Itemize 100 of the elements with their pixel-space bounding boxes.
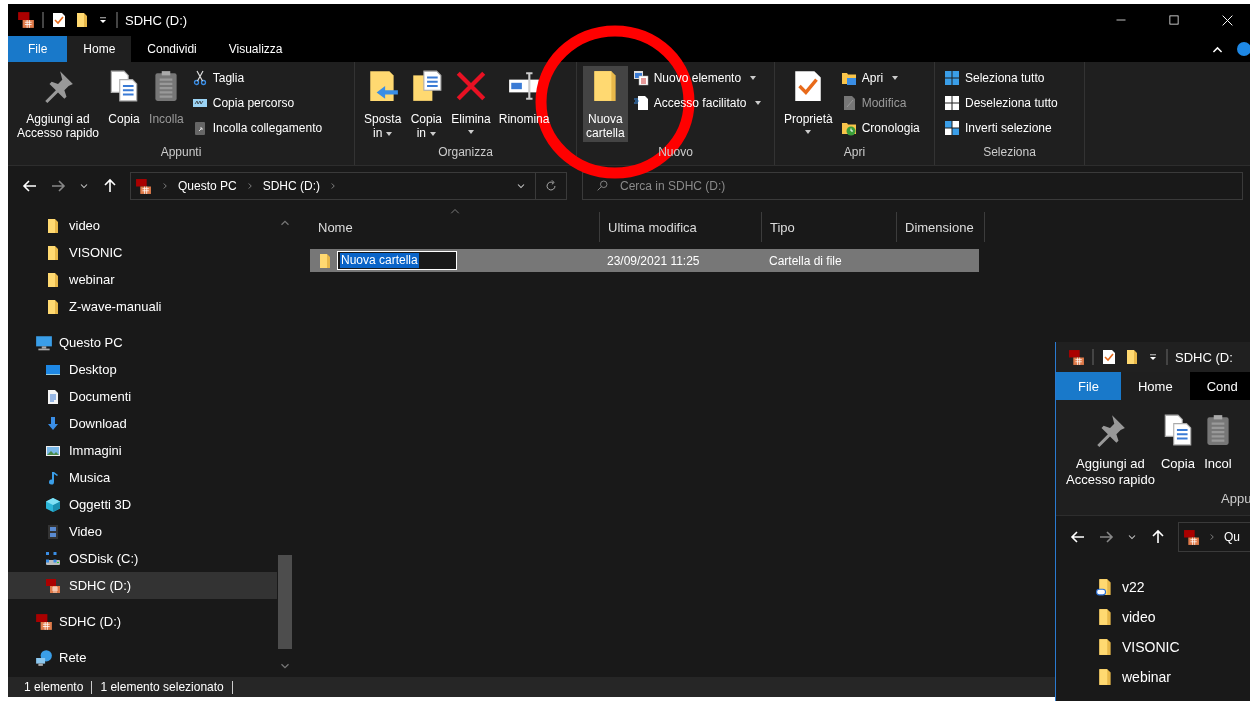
new-item-icon [632,70,649,86]
folder-icon [1096,638,1114,656]
linked-folder-icon [1096,578,1114,596]
ribbon-button[interactable]: Incol [1198,410,1237,491]
caret-icon [386,131,393,136]
sidebar-item[interactable]: VISONIC [8,239,277,266]
refresh-icon[interactable] [544,179,558,193]
help-icon[interactable] [1236,41,1250,57]
sidebar-item[interactable]: Z-wave-manuali [8,293,277,320]
ribbon-tab[interactable]: Condividi [131,36,213,62]
ribbon-button[interactable]: Aggiungi ad Accesso rapido [1064,410,1157,491]
sidebar-item[interactable]: SDHC (D:) [8,572,277,599]
ribbon-tab[interactable]: Home [67,36,132,62]
select-all-icon [944,70,960,86]
breadcrumb[interactable]: Qu [1224,530,1240,544]
address-bar[interactable]: Qu [1178,522,1250,552]
ribbon-button[interactable]: Taglia [188,67,326,89]
sidebar-item[interactable]: video [1056,602,1250,632]
column-header[interactable]: Ultima modifica [600,212,762,242]
ribbon-button[interactable]: Elimina [448,66,494,136]
folder-icon [1096,608,1114,626]
group-label: Seleziona [982,145,1037,161]
qat-caret-icon[interactable] [97,14,109,26]
up-arrow-icon[interactable] [102,178,118,194]
file-menu-button[interactable]: File [8,36,68,62]
search-field[interactable]: Cerca in SDHC (D:) [582,172,1243,200]
sidebar-item[interactable]: webinar [1056,662,1250,692]
group-label: Appu [1220,491,1250,508]
sidebar-item[interactable]: video [8,212,277,239]
forward-arrow-icon[interactable] [50,178,66,194]
ribbon-button[interactable]: Copia in [406,66,447,142]
folder-icon[interactable] [74,12,90,28]
ribbon-button[interactable]: Sposta in [361,66,405,142]
ribbon-button[interactable]: Incolla collegamento [188,117,326,139]
sidebar-item[interactable]: Documenti [8,383,277,410]
back-arrow-icon[interactable] [22,178,38,194]
status-text: 1 elemento selezionato [92,680,233,694]
sidebar-item[interactable]: webinar [8,266,277,293]
sidebar-item[interactable]: SDHC (D:) [8,608,277,635]
film-icon [45,523,61,540]
sidebar-item[interactable]: Desktop [8,356,277,383]
ribbon-button[interactable]: Cronologia [837,117,923,139]
ribbon-button[interactable]: Deseleziona tutto [941,92,1061,114]
checked-page-icon[interactable] [1101,349,1117,365]
cube-icon [45,496,61,513]
ribbon-button[interactable]: Copia [1158,410,1197,491]
ribbon-tab[interactable]: Home [1120,372,1190,400]
ribbon-button[interactable]: Copia [104,66,145,128]
memory-card-icon[interactable] [1068,348,1085,366]
folder-icon [317,252,333,269]
sidebar-item[interactable]: Download [8,410,277,437]
memory-card-icon [1183,528,1200,546]
address-bar[interactable]: Questo PC SDHC (D:) [130,172,567,200]
sidebar-item[interactable]: Questo PC [8,329,277,356]
folder-icon[interactable] [1124,349,1140,365]
qat-caret-icon[interactable] [1147,351,1159,363]
sidebar-item[interactable]: VISONIC [1056,632,1250,662]
sidebar-item[interactable]: Musica [8,464,277,491]
ribbon-tab[interactable]: Visualizza [212,36,299,62]
folder-icon [45,298,61,315]
history-icon [840,120,857,136]
sidebar-item[interactable]: Video [8,518,277,545]
ribbon-button[interactable]: Aggiungi ad Accesso rapido [14,66,103,142]
status-text: 1 elemento [16,680,93,694]
caret-icon [430,131,436,136]
ribbon-button[interactable]: Inverti selezione [941,117,1061,139]
sidebar-item[interactable]: Immagini [8,437,277,464]
scrollbar-thumb[interactable] [278,555,292,649]
maximize-icon[interactable] [1168,14,1180,26]
caret-icon [892,76,899,80]
up-arrow-icon[interactable] [1150,529,1166,545]
memory-card-icon[interactable] [17,11,35,29]
open-folder-icon [840,70,857,86]
ribbon-button[interactable]: Proprietà [781,66,836,136]
memory-card-icon [135,177,152,195]
column-header[interactable]: Tipo [762,212,897,242]
ribbon-button[interactable]: Apri [837,67,923,89]
ribbon-button[interactable]: Nuova cartella [583,66,628,142]
rename-field[interactable]: Nuova cartella [337,251,457,270]
forward-arrow-icon[interactable] [1098,529,1114,545]
breadcrumb[interactable]: SDHC (D:) [262,179,321,193]
sidebar-item[interactable]: OSDisk (C:) [8,545,277,572]
back-arrow-icon[interactable] [1070,529,1086,545]
sidebar-item[interactable]: Oggetti 3D [8,491,277,518]
select-none-icon [944,95,960,111]
checked-page-icon[interactable] [51,12,67,28]
ribbon-button[interactable]: Seleziona tutto [941,67,1061,89]
sidebar-item[interactable]: v22 [1056,572,1250,602]
ribbon-button[interactable]: Copia percorso [188,92,326,114]
search-icon [596,179,609,192]
close-icon[interactable] [1220,13,1234,27]
network-icon [35,648,53,667]
column-header[interactable]: Nome [310,212,600,242]
memory-card-icon [35,612,53,631]
column-header[interactable]: Dimensione [897,212,985,242]
ribbon-tab[interactable]: Cond [1189,372,1250,400]
file-row[interactable]: Nuova cartella 23/09/2021 11:25 Cartella di file [310,249,979,272]
sidebar-item[interactable]: Rete [8,644,277,671]
breadcrumb[interactable]: Questo PC [178,179,237,193]
file-menu-button[interactable]: File [1056,372,1121,400]
